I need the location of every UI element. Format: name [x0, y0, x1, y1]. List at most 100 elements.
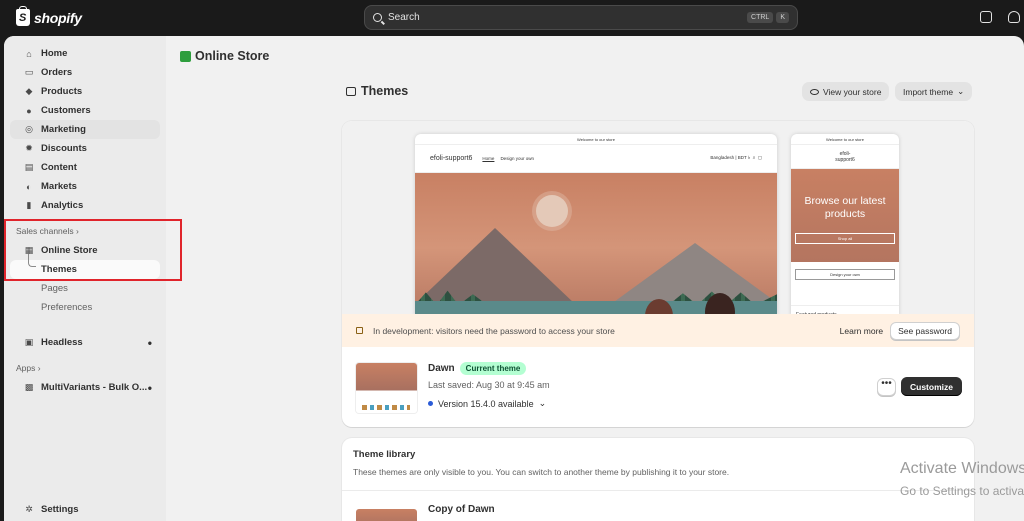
mobile-preview: Welcome to our store efoli-support6 Brow… — [791, 134, 899, 316]
tag-icon: ◆ — [25, 86, 33, 96]
chevron-right-icon: › — [37, 363, 41, 373]
import-theme-button[interactable]: Import theme ⌄ — [895, 82, 973, 101]
sidebar-item-home[interactable]: ⌂ Home — [10, 44, 160, 63]
mobile-shop-button: Shop all — [795, 233, 895, 244]
current-theme-badge: Current theme — [459, 362, 527, 375]
sidebar-item-label: Content — [41, 162, 77, 173]
theme-thumbnail[interactable] — [356, 363, 417, 413]
sidebar-item-content[interactable]: ▤ Content — [10, 158, 160, 177]
brand-wordmark: shopify — [34, 9, 82, 26]
sidebar-item-label: Orders — [41, 67, 73, 78]
see-password-button[interactable]: See password — [890, 321, 960, 340]
sidebar-item-marketing[interactable]: ◎ Marketing — [10, 120, 160, 139]
windows-activation-watermark: Activate Windows Go to Settings to activ… — [900, 458, 1024, 502]
theme-library-subtitle: These themes are only visible to you. Yo… — [353, 467, 730, 477]
sidebar-item-headless[interactable]: ▣ Headless • — [10, 333, 160, 352]
sidebar-item-markets[interactable]: ◐ Markets — [10, 177, 160, 196]
shortcut-key-k: K — [776, 12, 789, 23]
sidebar-item-customers[interactable]: ● Customers — [10, 101, 160, 120]
sidebar-item-label: Customers — [41, 105, 91, 116]
preview-hero-image — [415, 173, 777, 316]
watermark-line2: Go to Settings to activate Windows. — [900, 484, 1024, 498]
sidebar-subitem-pages[interactable]: Pages — [10, 279, 160, 298]
themes-heading: Themes — [346, 84, 408, 98]
chevron-right-icon: › — [76, 226, 79, 236]
dev-banner-text: In development: visitors need the passwo… — [373, 325, 615, 336]
sidebar-subitem-label: Themes — [41, 264, 77, 275]
customize-button[interactable]: Customize — [901, 377, 962, 396]
import-theme-label: Import theme — [903, 86, 954, 97]
sidebar-item-label: Discounts — [41, 143, 87, 154]
sidebar-item-orders[interactable]: ▭ Orders — [10, 63, 160, 82]
chevron-down-icon: ⌄ — [538, 398, 547, 408]
search-bar[interactable]: Search CTRL K — [364, 5, 798, 30]
library-theme-name: Copy of Dawn — [428, 504, 495, 515]
sidebar-item-app[interactable]: ▩ MultiVariants - Bulk O... • — [10, 378, 160, 397]
preview-nav-home: Home — [482, 156, 495, 161]
globe-icon: ◐ — [26, 181, 32, 192]
info-dot-icon — [428, 401, 433, 406]
sales-channels-heading[interactable]: Sales channels › — [4, 221, 166, 241]
view-store-label: View your store — [823, 86, 882, 97]
sidebar-subitem-label: Pages — [41, 283, 68, 294]
mobile-preview-header: efoli-support6 — [791, 145, 899, 169]
sidebar-item-label: Home — [41, 48, 68, 59]
gear-icon: ✲ — [25, 504, 33, 514]
notifications-icon[interactable] — [1008, 11, 1020, 23]
sidekick-icon[interactable] — [980, 11, 992, 23]
more-actions-button[interactable]: ••• — [877, 378, 896, 396]
chart-bars-icon: ▮ — [26, 200, 32, 210]
sidebar-item-label: Products — [41, 86, 83, 97]
sidebar-item-label: Headless — [41, 337, 83, 348]
watermark-line1: Activate Windows — [900, 460, 1024, 477]
app-icon: ▩ — [24, 382, 34, 392]
tree-connector-icon — [28, 254, 36, 267]
view-store-button[interactable]: View your store — [802, 82, 890, 101]
sidebar-item-label: Analytics — [41, 200, 84, 211]
shopify-bag-icon: S — [16, 6, 30, 26]
mobile-hero-title: Browse our latest products — [804, 195, 886, 220]
top-bar: S shopify Search CTRL K — [0, 0, 1024, 36]
sidebar-item-label: Markets — [41, 181, 77, 192]
sidebar-item-label: MultiVariants - Bulk O... — [41, 382, 148, 393]
preview-header: efoli-support6 Home Design your own Bang… — [415, 145, 777, 173]
preview-locale-text: Bangladesh | BDT ৳ — [710, 155, 751, 160]
apps-label: Apps — [16, 363, 36, 373]
shortcut-key-ctrl: CTRL — [747, 12, 774, 23]
preview-announcement: Welcome to our store — [415, 134, 777, 145]
theme-name-text: Dawn — [428, 363, 455, 374]
theme-name: Dawn Current theme — [428, 362, 527, 375]
sidebar-subitem-preferences[interactable]: Preferences — [10, 298, 160, 317]
discount-icon: ✹ — [25, 143, 33, 153]
mobile-design-button: Design your own — [795, 269, 895, 280]
sidebar-item-products[interactable]: ◆ Products — [10, 82, 160, 101]
home-icon: ⌂ — [26, 48, 32, 59]
preview-store-name: efoli-support6 — [430, 155, 473, 162]
orders-icon: ▭ — [24, 67, 34, 77]
sidebar-item-label: Marketing — [41, 124, 86, 135]
page-title: Online Store — [180, 49, 269, 63]
preview-locale: Bangladesh | BDT ৳ ⌕ ▢ — [710, 155, 762, 160]
sun-illustration — [536, 195, 568, 227]
learn-more-link[interactable]: Learn more — [840, 326, 883, 336]
apps-heading[interactable]: Apps › — [4, 358, 166, 378]
sidebar-item-analytics[interactable]: ▮ Analytics — [10, 196, 160, 215]
themes-icon — [346, 86, 356, 96]
mobile-hero-image: Browse our latest products Shop all — [791, 169, 899, 262]
library-theme-thumbnail[interactable] — [356, 509, 417, 521]
sidebar-item-label: Settings — [41, 504, 79, 515]
sidebar-item-discounts[interactable]: ✹ Discounts — [10, 139, 160, 158]
content-icon: ▤ — [24, 162, 34, 172]
sidebar-subitem-themes[interactable]: Themes — [10, 254, 160, 279]
shopify-logo[interactable]: S shopify — [16, 6, 82, 26]
divider — [342, 490, 974, 491]
preview-nav-design: Design your own — [500, 156, 534, 161]
sales-channels-label: Sales channels — [16, 226, 74, 236]
theme-preview[interactable]: Welcome to our store efoli-support6 Home… — [342, 121, 974, 316]
sidebar-item-settings[interactable]: ✲ Settings — [10, 500, 160, 519]
admin-frame: ⌂ Home ▭ Orders ◆ Products ● Customers ◎ Mark… — [4, 36, 1024, 521]
sidebar: ⌂ Home ▭ Orders ◆ Products ● Customers ◎ Mark… — [4, 36, 166, 521]
theme-library-title: Theme library — [353, 449, 416, 460]
version-dropdown[interactable]: Version 15.4.0 available ⌄ — [428, 398, 546, 409]
theme-library-card: Theme library These themes are only visi… — [342, 438, 974, 521]
